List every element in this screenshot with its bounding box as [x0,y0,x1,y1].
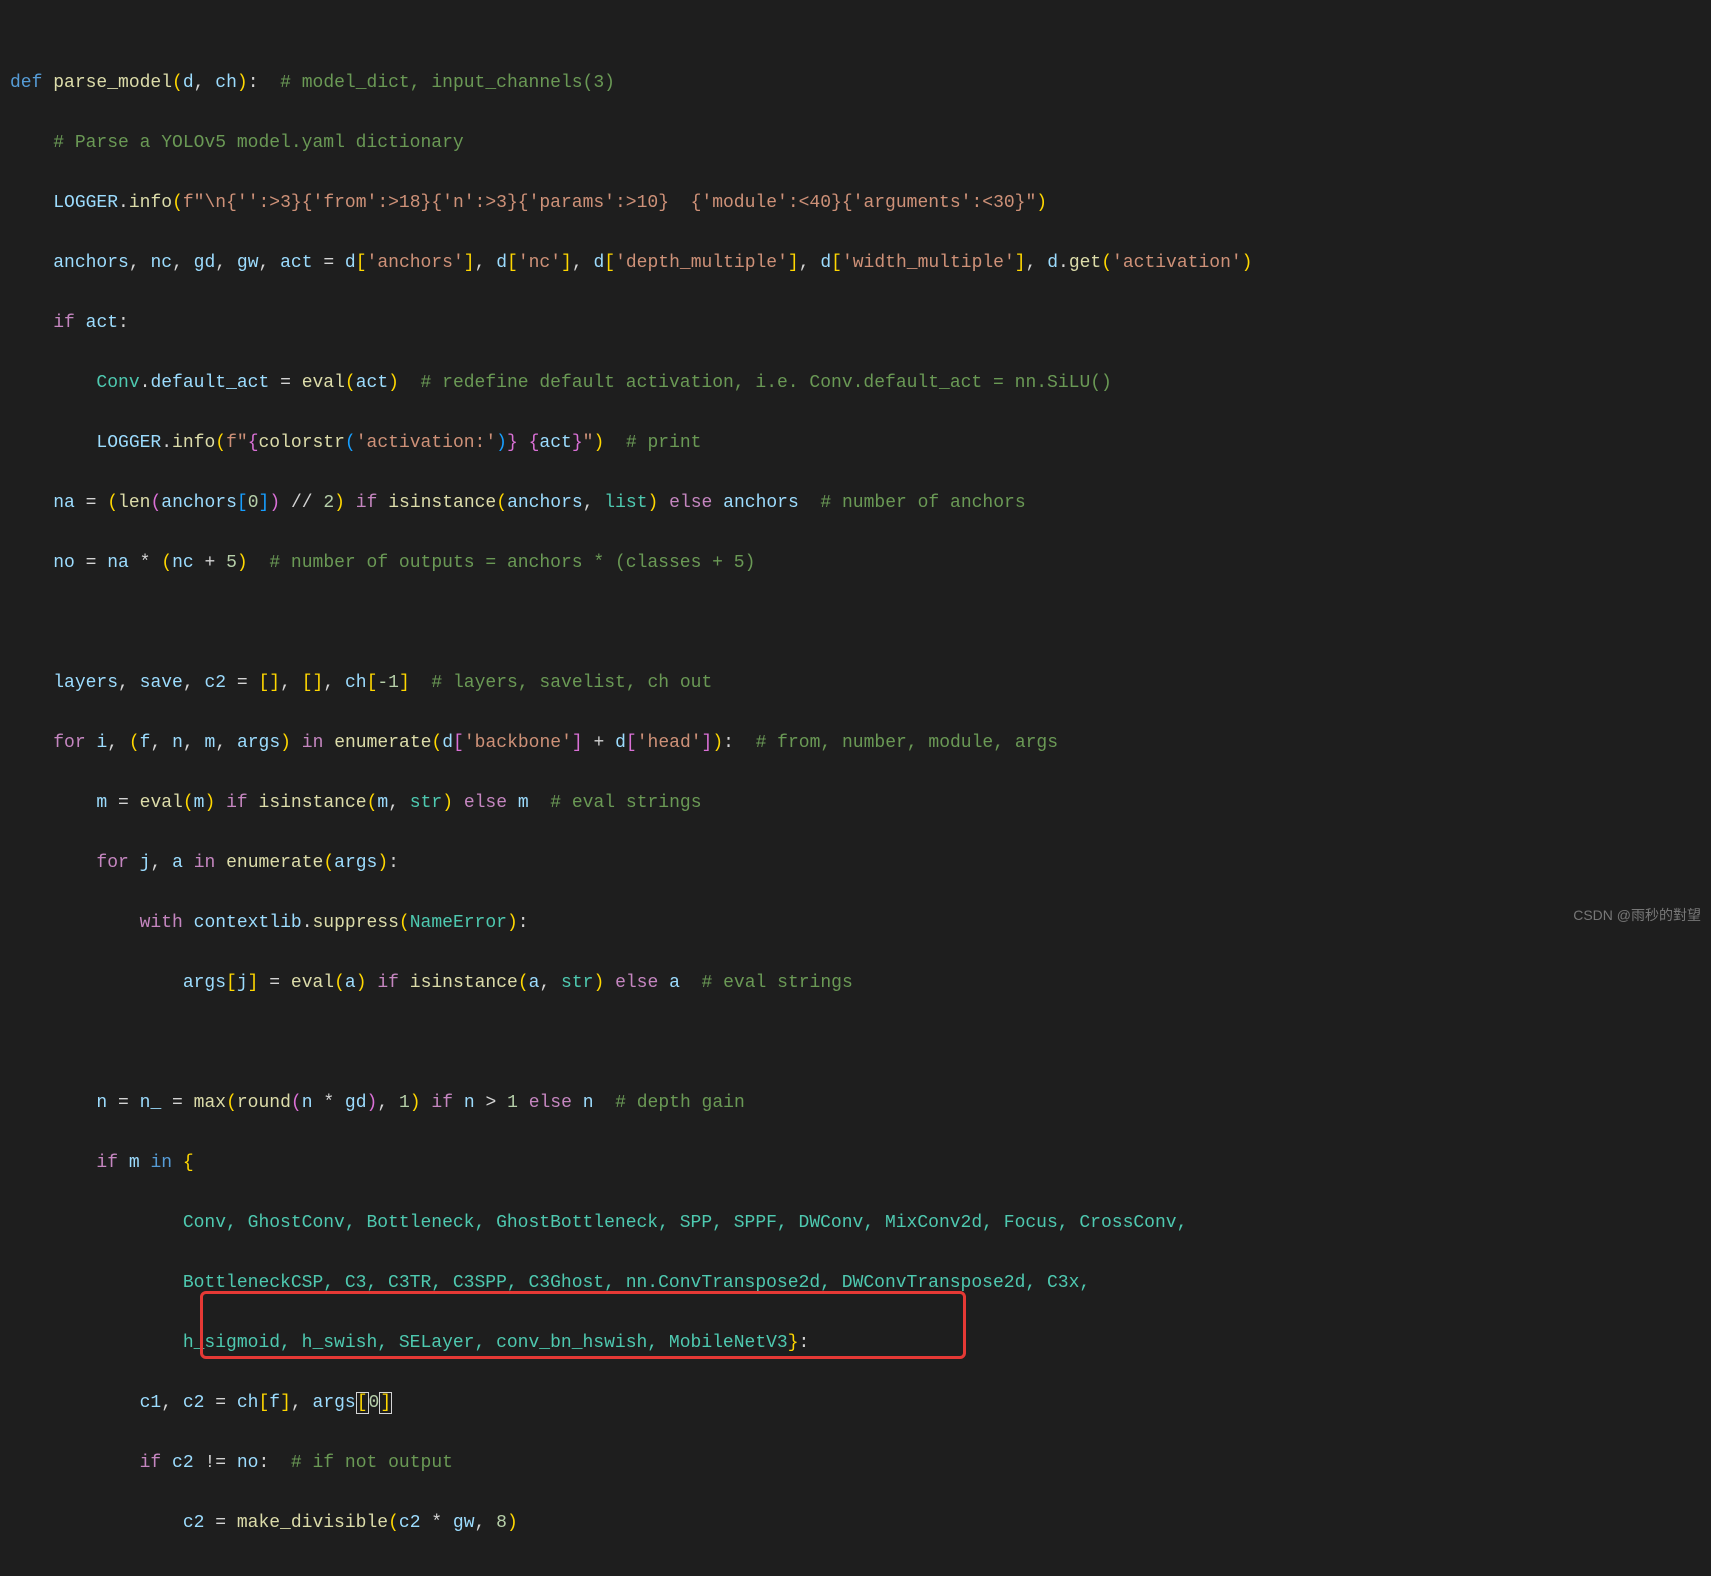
code-line [10,1028,1701,1058]
function-name: parse_model [53,73,172,93]
code-line: for i, (f, n, m, args) in enumerate(d['b… [10,728,1701,758]
comment: # Parse a YOLOv5 model.yaml dictionary [53,133,463,153]
watermark: CSDN @雨秒的對望 [1573,900,1701,930]
code-line: args[j] = eval(a) if isinstance(a, str) … [10,968,1701,998]
code-line: m = eval(m) if isinstance(m, str) else m… [10,788,1701,818]
code-line: c2 = make_divisible(c2 * gw, 8) [10,1508,1701,1538]
code-line: if act: [10,308,1701,338]
code-editor[interactable]: def parse_model(d, ch): # model_dict, in… [0,0,1711,1576]
code-line [10,608,1701,638]
keyword-def: def [10,73,42,93]
code-line: Conv, GhostConv, Bottleneck, GhostBottle… [10,1208,1701,1238]
code-line: with contextlib.suppress(NameError): [10,908,1701,938]
code-line: if m in { [10,1148,1701,1178]
code-line: LOGGER.info(f"{colorstr('activation:')} … [10,428,1701,458]
code-line: c1, c2 = ch[f], args[0] [10,1388,1701,1418]
code-line: no = na * (nc + 5) # number of outputs =… [10,548,1701,578]
code-line: LOGGER.info(f"\n{'':>3}{'from':>18}{'n':… [10,188,1701,218]
comment: # model_dict, input_channels(3) [280,73,615,93]
code-line: BottleneckCSP, C3, C3TR, C3SPP, C3Ghost,… [10,1268,1701,1298]
code-line: for j, a in enumerate(args): [10,848,1701,878]
code-line: n = n_ = max(round(n * gd), 1) if n > 1 … [10,1088,1701,1118]
code-line: Conv.default_act = eval(act) # redefine … [10,368,1701,398]
code-line: na = (len(anchors[0]) // 2) if isinstanc… [10,488,1701,518]
code-line: h_sigmoid, h_swish, SELayer, conv_bn_hsw… [10,1328,1701,1358]
code-line: def parse_model(d, ch): # model_dict, in… [10,68,1701,98]
code-line: if c2 != no: # if not output [10,1448,1701,1478]
code-line: layers, save, c2 = [], [], ch[-1] # laye… [10,668,1701,698]
code-line: anchors, nc, gd, gw, act = d['anchors'],… [10,248,1701,278]
code-line: # Parse a YOLOv5 model.yaml dictionary [10,128,1701,158]
